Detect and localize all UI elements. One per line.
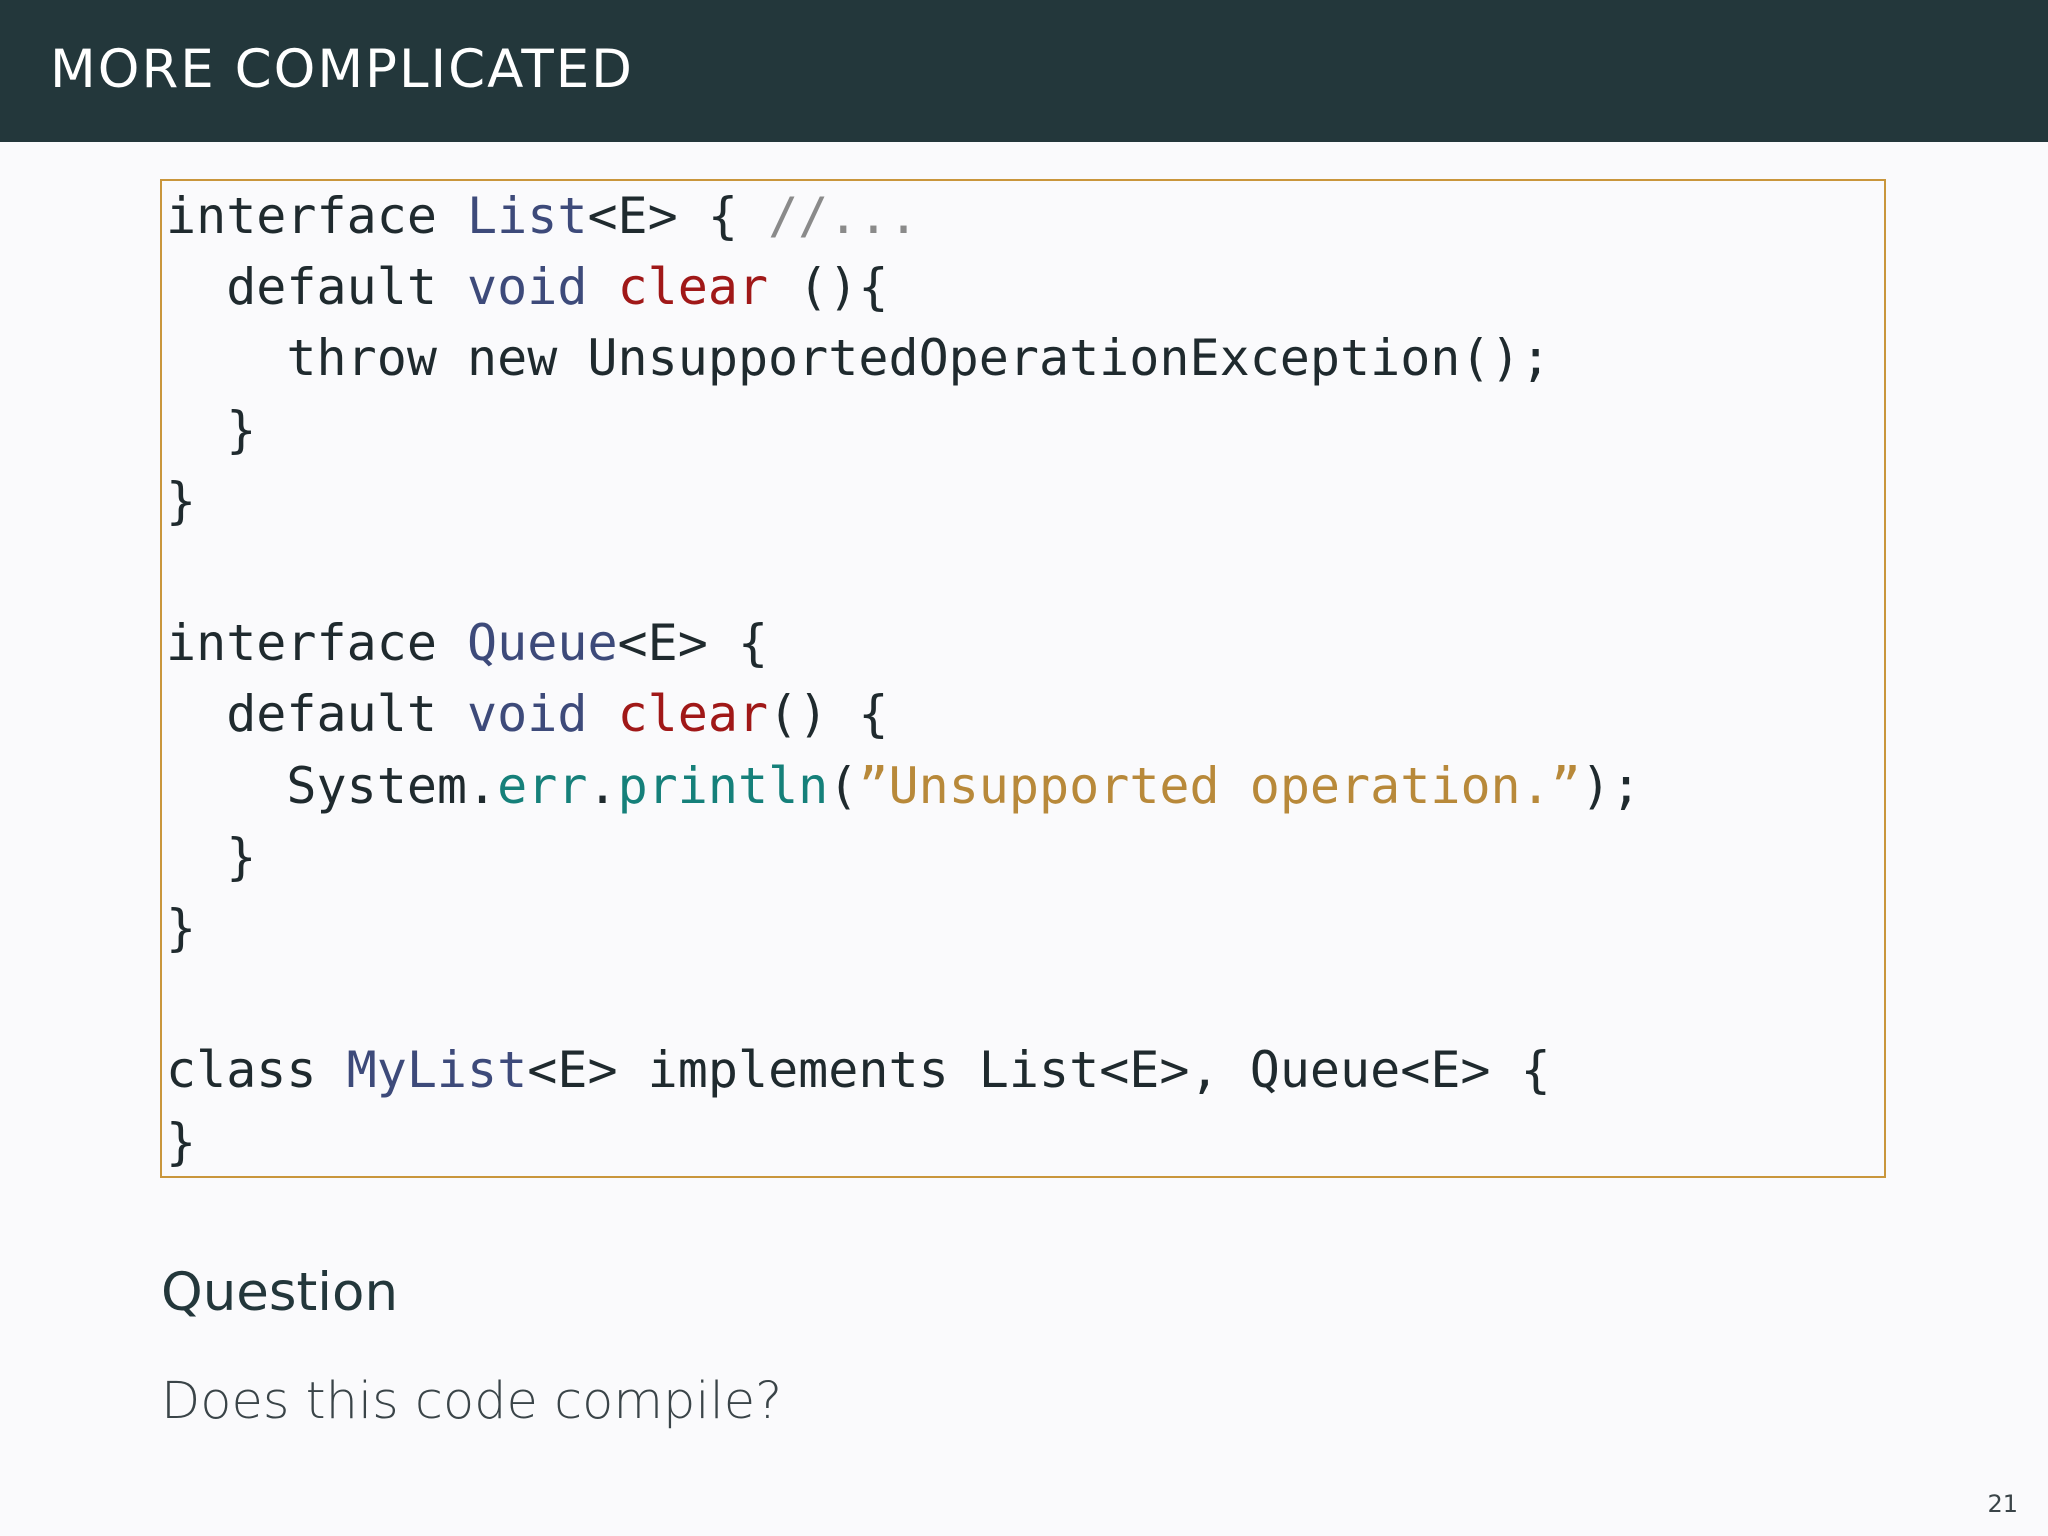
code-token-plain: default xyxy=(166,685,468,744)
page-number: 21 xyxy=(1987,1490,2018,1518)
code-line: class MyList<E> implements List<E>, Queu… xyxy=(166,1035,1551,1106)
code-token-plain: <E> implements List<E>, Queue<E> { xyxy=(527,1041,1551,1100)
code-token-plain: } xyxy=(166,471,197,530)
code-token-plain: } xyxy=(166,827,257,886)
code-line: System.err.println(”Unsupported operatio… xyxy=(166,751,1641,822)
code-token-string: ”Unsupported operation.” xyxy=(858,756,1581,815)
code-line: interface Queue<E> { xyxy=(166,608,768,679)
code-line: } xyxy=(166,893,196,964)
code-line: interface List<E> { //... xyxy=(166,181,919,252)
code-token-type: Queue xyxy=(467,614,618,673)
code-token-red: clear xyxy=(617,258,769,317)
code-token-plain: default xyxy=(166,258,468,317)
code-token-plain: interface xyxy=(166,614,468,673)
code-token-comment: //... xyxy=(768,187,919,245)
title-bar: MORE COMPLICATED xyxy=(0,0,2048,142)
code-line: } xyxy=(166,395,256,466)
code-line: default void clear() { xyxy=(166,679,889,750)
code-token-plain: } xyxy=(166,400,257,459)
code-token-plain: (){ xyxy=(768,258,889,317)
code-line: throw new UnsupportedOperationException(… xyxy=(166,323,1551,394)
code-token-type: MyList xyxy=(346,1041,528,1100)
code-token-type: List xyxy=(467,187,588,245)
code-token-plain: ( xyxy=(828,756,859,815)
code-token-type: void xyxy=(467,258,588,317)
code-line: } xyxy=(166,822,256,893)
code-token-red: clear xyxy=(617,685,769,744)
code-token-plain: } xyxy=(166,1112,197,1171)
code-token-type: void xyxy=(467,685,588,744)
code-line: } xyxy=(166,466,196,537)
code-token-plain: interface xyxy=(166,187,468,245)
code-token-plain: throw new UnsupportedOperationException(… xyxy=(166,329,1551,388)
code-block: interface List<E> { //... default void c… xyxy=(160,179,1886,1178)
code-token-plain: () { xyxy=(768,685,889,744)
code-token-teal: err xyxy=(497,756,588,815)
code-line: default void clear (){ xyxy=(166,252,889,323)
code-token-plain: } xyxy=(166,899,197,957)
code-token-plain: <E> { xyxy=(617,614,769,673)
code-token-plain: class xyxy=(166,1041,347,1100)
question-text: Does this code compile? xyxy=(161,1372,783,1431)
code-token-plain: <E> { xyxy=(587,187,769,245)
code-token-plain: System. xyxy=(166,756,498,815)
code-token-plain: ); xyxy=(1580,756,1642,815)
code-token-teal: println xyxy=(617,756,829,815)
code-token-plain: . xyxy=(587,756,618,815)
code-line: } xyxy=(166,1107,196,1178)
slide-title: MORE COMPLICATED xyxy=(50,39,634,100)
question-heading: Question xyxy=(161,1262,399,1323)
